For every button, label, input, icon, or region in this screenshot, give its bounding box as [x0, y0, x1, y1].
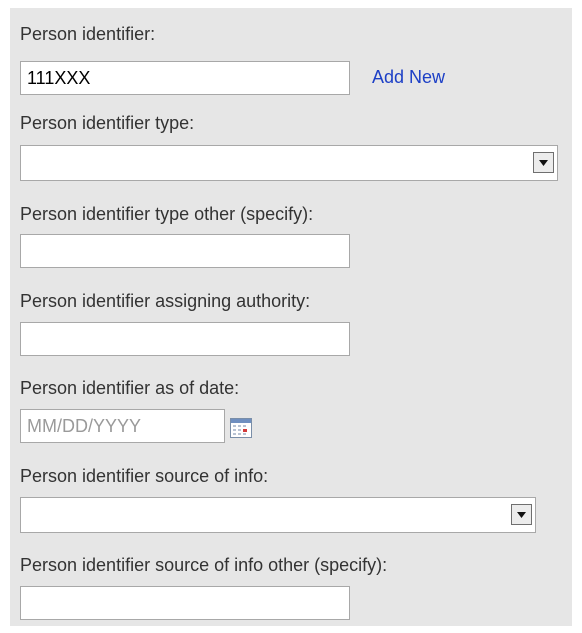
identifier-type-other-label: Person identifier type other (specify):: [20, 204, 314, 224]
assigning-authority-label: Person identifier assigning authority:: [20, 291, 311, 311]
dropdown-arrow-icon[interactable]: [533, 152, 554, 173]
identifier-type-label: Person identifier type:: [20, 113, 195, 133]
source-of-info-other-input[interactable]: [20, 586, 350, 620]
source-of-info-select[interactable]: [20, 497, 536, 533]
dropdown-arrow-icon[interactable]: [511, 504, 532, 525]
identifier-label: Person identifier:: [20, 24, 156, 44]
as-of-date-label: Person identifier as of date:: [20, 378, 240, 398]
identifier-type-other-input[interactable]: [20, 234, 350, 268]
assigning-authority-input[interactable]: [20, 322, 350, 356]
identifier-input[interactable]: [20, 61, 350, 95]
identifier-type-select[interactable]: [20, 145, 558, 181]
source-of-info-label: Person identifier source of info:: [20, 466, 269, 486]
form-panel: Person identifier: Add New Person identi…: [10, 8, 572, 626]
add-new-link[interactable]: Add New: [372, 67, 445, 88]
as-of-date-input[interactable]: [20, 409, 225, 443]
source-of-info-other-label: Person identifier source of info other (…: [20, 555, 388, 575]
calendar-icon[interactable]: [230, 418, 252, 438]
